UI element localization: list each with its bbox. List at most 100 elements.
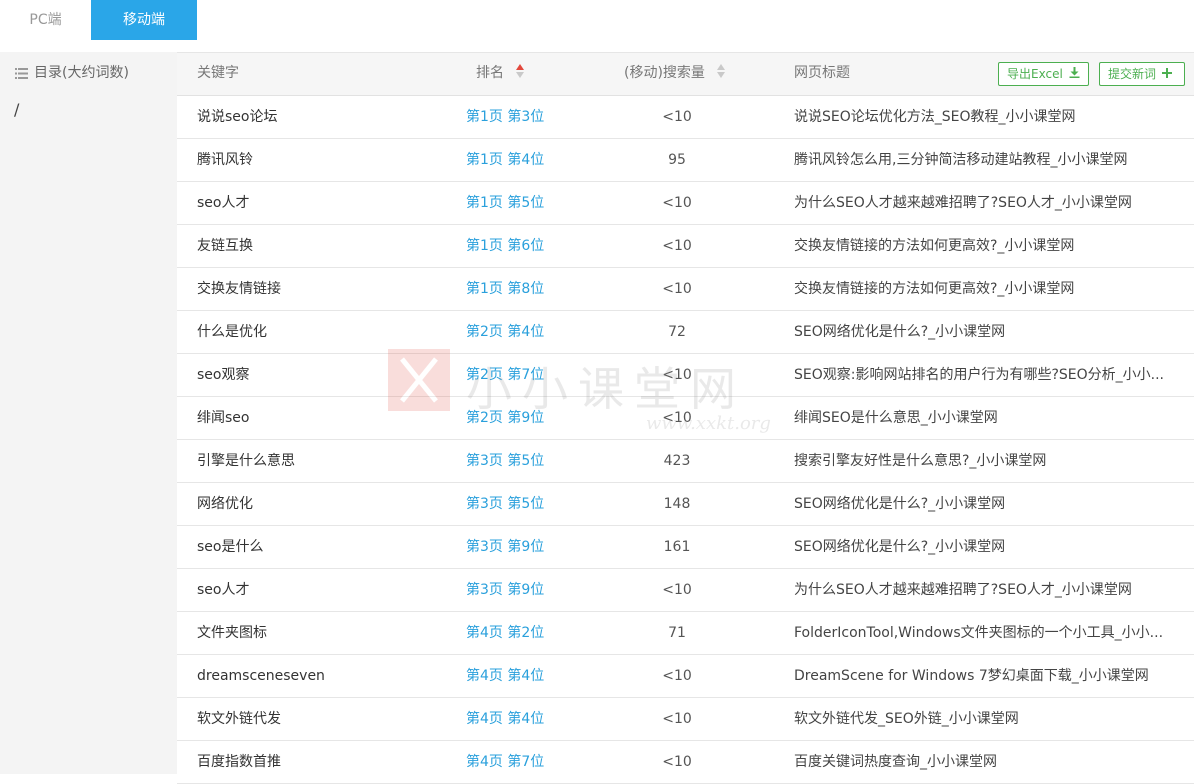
cell-keyword: 绯闻seo bbox=[197, 410, 250, 426]
sort-icon-active[interactable] bbox=[516, 64, 525, 78]
cell-rank-link[interactable]: 第1页 第4位 bbox=[466, 139, 544, 181]
sidebar-heading[interactable]: 目录(大约词数) bbox=[0, 52, 177, 92]
cell-rank-link[interactable]: 第1页 第5位 bbox=[466, 182, 544, 224]
cell-rank-link[interactable]: 第4页 第4位 bbox=[466, 655, 544, 697]
cell-volume: <10 bbox=[662, 238, 692, 254]
cell-title: 百度关键词热度查询_小小课堂网 bbox=[794, 754, 997, 770]
cell-title: 搜索引擎友好性是什么意思?_小小课堂网 bbox=[794, 453, 1047, 469]
table-row: dreamsceneseven 第4页 第4位 <10 DreamScene f… bbox=[177, 655, 1194, 698]
cell-title: FolderIconTool,Windows文件夹图标的一个小工具_小小... bbox=[794, 625, 1164, 641]
cell-title: 说说SEO论坛优化方法_SEO教程_小小课堂网 bbox=[794, 109, 1076, 125]
table-row: seo人才 第3页 第9位 <10 为什么SEO人才越来越难招聘了?SEO人才_… bbox=[177, 569, 1194, 612]
cell-title: SEO网络优化是什么?_小小课堂网 bbox=[794, 539, 1006, 555]
table-row: 友链互换 第1页 第6位 <10 交换友情链接的方法如何更高效?_小小课堂网 bbox=[177, 225, 1194, 268]
table-row: 网络优化 第3页 第5位 148 SEO网络优化是什么?_小小课堂网 bbox=[177, 483, 1194, 526]
cell-keyword: 网络优化 bbox=[197, 496, 253, 512]
cell-rank-link[interactable]: 第3页 第9位 bbox=[466, 569, 544, 611]
cell-volume: 72 bbox=[668, 324, 686, 340]
device-tabs: PC端 移动端 bbox=[0, 0, 197, 40]
table-row: seo人才 第1页 第5位 <10 为什么SEO人才越来越难招聘了?SEO人才_… bbox=[177, 182, 1194, 225]
cell-keyword: seo是什么 bbox=[197, 539, 264, 555]
cell-volume: 71 bbox=[668, 625, 686, 641]
cell-rank-link[interactable]: 第2页 第7位 bbox=[466, 354, 544, 396]
cell-title: SEO网络优化是什么?_小小课堂网 bbox=[794, 496, 1006, 512]
cell-keyword: 友链互换 bbox=[197, 238, 253, 254]
cell-rank-link[interactable]: 第4页 第7位 bbox=[466, 741, 544, 783]
cell-title: DreamScene for Windows 7梦幻桌面下载_小小课堂网 bbox=[794, 668, 1149, 684]
cell-rank-link[interactable]: 第2页 第4位 bbox=[466, 311, 544, 353]
cell-title: 软文外链代发_SEO外链_小小课堂网 bbox=[794, 711, 1019, 727]
cell-rank-link[interactable]: 第1页 第8位 bbox=[466, 268, 544, 310]
submit-keyword-button[interactable]: 提交新词 bbox=[1099, 62, 1185, 86]
cell-keyword: seo观察 bbox=[197, 367, 250, 383]
table-row: 百度指数首推 第4页 第7位 <10 百度关键词热度查询_小小课堂网 bbox=[177, 741, 1194, 784]
cell-title: 交换友情链接的方法如何更高效?_小小课堂网 bbox=[794, 281, 1075, 297]
tab-mobile[interactable]: 移动端 bbox=[91, 0, 197, 40]
cell-volume: <10 bbox=[662, 367, 692, 383]
cell-volume: <10 bbox=[662, 195, 692, 211]
cell-rank-link[interactable]: 第3页 第5位 bbox=[466, 440, 544, 482]
list-icon bbox=[15, 67, 28, 79]
table-row: 什么是优化 第2页 第4位 72 SEO网络优化是什么?_小小课堂网 bbox=[177, 311, 1194, 354]
cell-volume: <10 bbox=[662, 711, 692, 727]
column-header-rank[interactable]: 排名 bbox=[476, 53, 525, 95]
cell-volume: <10 bbox=[662, 281, 692, 297]
cell-keyword: 百度指数首推 bbox=[197, 754, 281, 770]
table-header: 关键字 排名 (移动)搜索量 网页标题 导出Excel 提交新词 bbox=[177, 52, 1194, 96]
cell-title: 交换友情链接的方法如何更高效?_小小课堂网 bbox=[794, 238, 1075, 254]
cell-keyword: 腾讯风铃 bbox=[197, 152, 253, 168]
submit-keyword-label: 提交新词 bbox=[1108, 67, 1157, 81]
plus-icon bbox=[1162, 63, 1173, 85]
column-header-title: 网页标题 bbox=[794, 65, 850, 81]
cell-keyword: 交换友情链接 bbox=[197, 281, 281, 297]
cell-rank-link[interactable]: 第1页 第6位 bbox=[466, 225, 544, 267]
table-row: 软文外链代发 第4页 第4位 <10 软文外链代发_SEO外链_小小课堂网 bbox=[177, 698, 1194, 741]
export-excel-label: 导出Excel bbox=[1007, 67, 1063, 81]
cell-rank-link[interactable]: 第2页 第9位 bbox=[466, 397, 544, 439]
cell-keyword: 软文外链代发 bbox=[197, 711, 281, 727]
cell-volume: 95 bbox=[668, 152, 686, 168]
cell-keyword: 什么是优化 bbox=[197, 324, 267, 340]
cell-volume: <10 bbox=[662, 582, 692, 598]
cell-volume: <10 bbox=[662, 109, 692, 125]
cell-rank-link[interactable]: 第4页 第4位 bbox=[466, 698, 544, 740]
cell-keyword: seo人才 bbox=[197, 582, 250, 598]
column-header-keyword: 关键字 bbox=[197, 65, 239, 81]
cell-rank-link[interactable]: 第3页 第5位 bbox=[466, 483, 544, 525]
cell-keyword: 文件夹图标 bbox=[197, 625, 267, 641]
table-row: 绯闻seo 第2页 第9位 <10 绯闻SEO是什么意思_小小课堂网 bbox=[177, 397, 1194, 440]
cell-keyword: seo人才 bbox=[197, 195, 250, 211]
table-row: seo观察 第2页 第7位 <10 SEO观察:影响网站排名的用户行为有哪些?S… bbox=[177, 354, 1194, 397]
cell-title: SEO网络优化是什么?_小小课堂网 bbox=[794, 324, 1006, 340]
export-excel-button[interactable]: 导出Excel bbox=[998, 62, 1089, 86]
table-row: 引擎是什么意思 第3页 第5位 423 搜索引擎友好性是什么意思?_小小课堂网 bbox=[177, 440, 1194, 483]
column-header-rank-label: 排名 bbox=[476, 65, 504, 81]
cell-volume: 148 bbox=[663, 496, 691, 512]
cell-title: SEO观察:影响网站排名的用户行为有哪些?SEO分析_小小... bbox=[794, 367, 1164, 383]
cell-keyword: dreamsceneseven bbox=[197, 668, 325, 684]
column-header-volume-label: (移动)搜索量 bbox=[624, 65, 705, 81]
table-row: 交换友情链接 第1页 第8位 <10 交换友情链接的方法如何更高效?_小小课堂网 bbox=[177, 268, 1194, 311]
column-header-volume[interactable]: (移动)搜索量 bbox=[624, 53, 726, 95]
cell-volume: 161 bbox=[663, 539, 691, 555]
sidebar-heading-label: 目录(大约词数) bbox=[34, 65, 129, 81]
cell-title: 绯闻SEO是什么意思_小小课堂网 bbox=[794, 410, 998, 426]
table-row: 腾讯风铃 第1页 第4位 95 腾讯风铃怎么用,三分钟简洁移动建站教程_小小课堂… bbox=[177, 139, 1194, 182]
table-row: 文件夹图标 第4页 第2位 71 FolderIconTool,Windows文… bbox=[177, 612, 1194, 655]
cell-title: 为什么SEO人才越来越难招聘了?SEO人才_小小课堂网 bbox=[794, 582, 1132, 598]
cell-keyword: 说说seo论坛 bbox=[197, 109, 278, 125]
cell-volume: 423 bbox=[663, 453, 691, 469]
cell-title: 为什么SEO人才越来越难招聘了?SEO人才_小小课堂网 bbox=[794, 195, 1132, 211]
sort-icon[interactable] bbox=[717, 64, 726, 78]
cell-rank-link[interactable]: 第4页 第2位 bbox=[466, 612, 544, 654]
cell-title: 腾讯风铃怎么用,三分钟简洁移动建站教程_小小课堂网 bbox=[794, 152, 1128, 168]
table-row: 说说seo论坛 第1页 第3位 <10 说说SEO论坛优化方法_SEO教程_小小… bbox=[177, 96, 1194, 139]
sidebar-item-root[interactable]: / bbox=[0, 100, 177, 119]
tab-pc[interactable]: PC端 bbox=[0, 0, 91, 40]
cell-volume: <10 bbox=[662, 668, 692, 684]
cell-rank-link[interactable]: 第1页 第3位 bbox=[466, 96, 544, 138]
cell-rank-link[interactable]: 第3页 第9位 bbox=[466, 526, 544, 568]
download-icon bbox=[1069, 63, 1080, 85]
cell-keyword: 引擎是什么意思 bbox=[197, 453, 295, 469]
cell-volume: <10 bbox=[662, 754, 692, 770]
